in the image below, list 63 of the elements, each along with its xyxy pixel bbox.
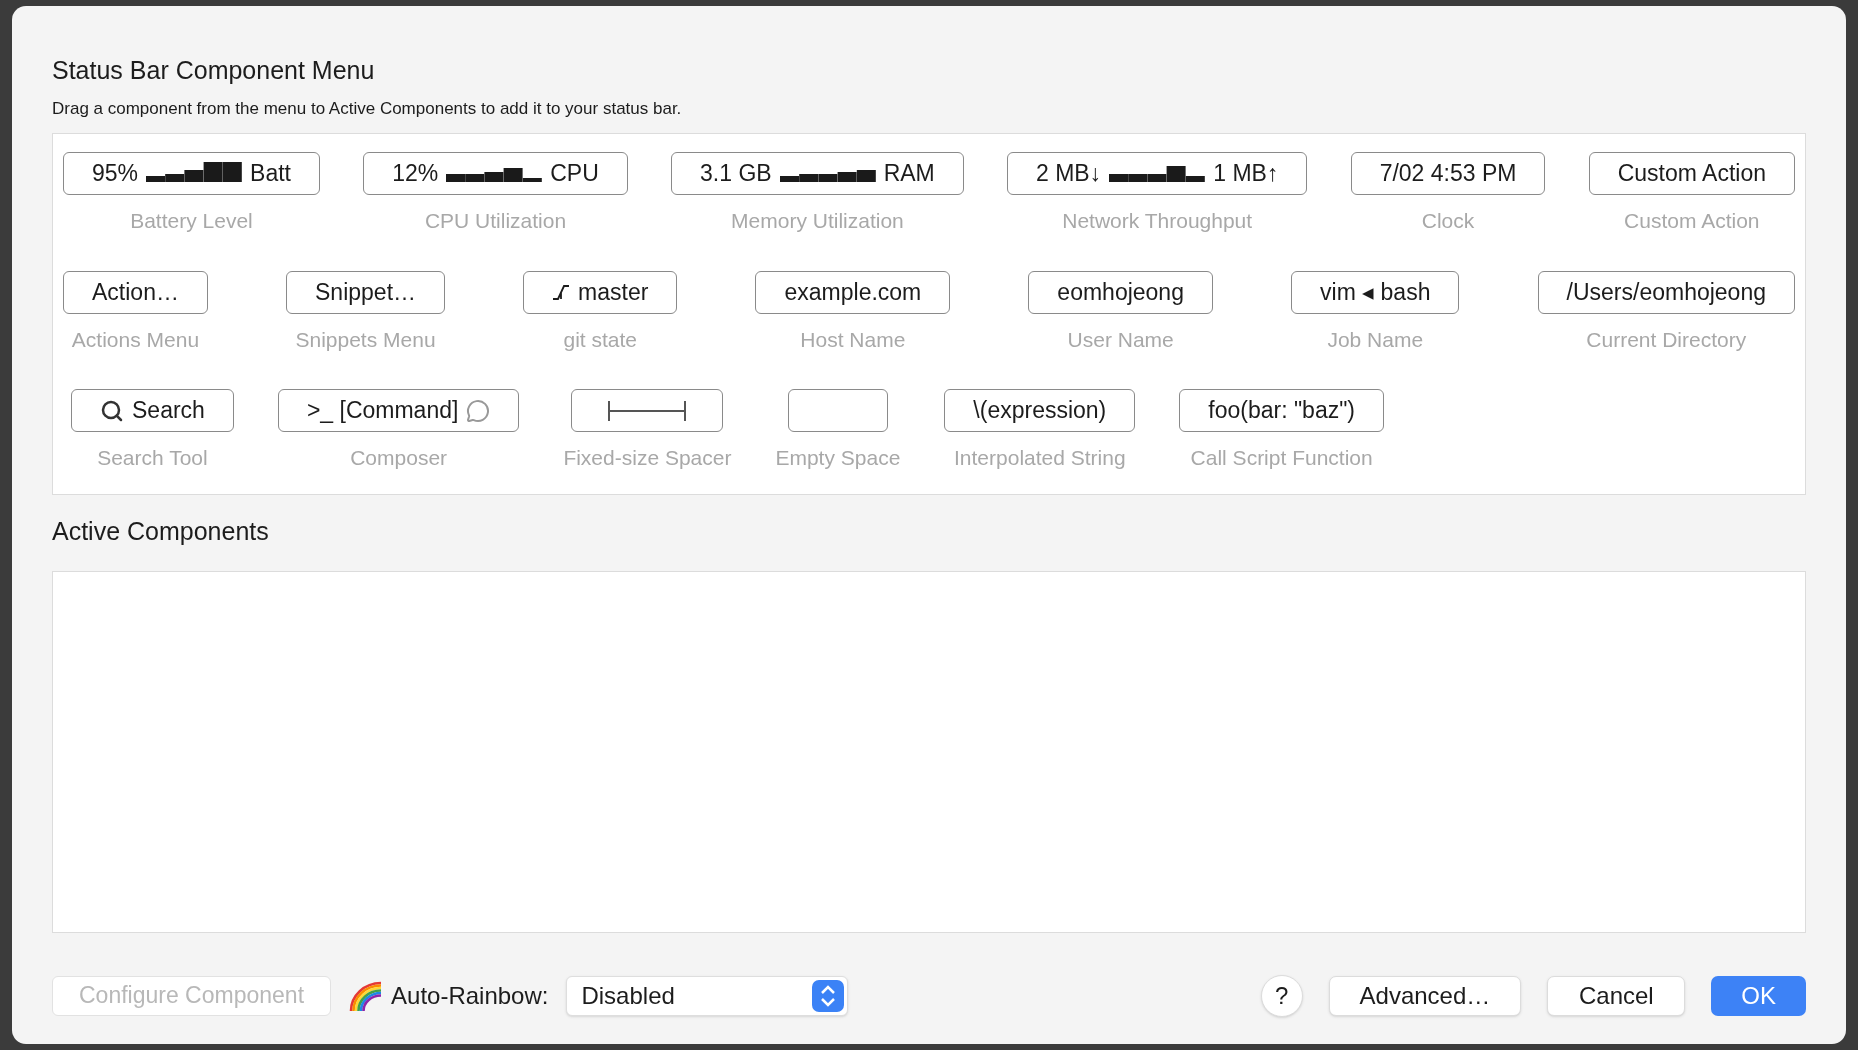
component-chip[interactable]: foo(bar: "baz") — [1179, 389, 1384, 432]
component-chip[interactable]: 95% Batt — [63, 152, 320, 195]
chip-value: 3.1 GB — [700, 159, 772, 189]
component-label: Empty Space — [775, 445, 901, 471]
chip-value: 95% — [92, 159, 139, 189]
component-label: Actions Menu — [71, 326, 200, 353]
chip-text: >_ [Command] — [306, 396, 459, 426]
component-label: Memory Utilization — [731, 208, 904, 234]
component-label: Clock — [1421, 208, 1475, 234]
component-chip[interactable]: \(expression) — [944, 389, 1136, 432]
search-icon — [100, 398, 124, 423]
component-label: Call Script Function — [1190, 445, 1373, 471]
component-label: Search Tool — [97, 445, 208, 471]
chip-unit: Batt — [250, 159, 291, 189]
component-chip[interactable]: eomhojeong — [1028, 270, 1213, 314]
dialog-title: Status Bar Component Menu — [52, 55, 376, 86]
component-chip[interactable]: >_ [Command] — [277, 389, 520, 432]
dialog-button[interactable]: OK — [1711, 975, 1806, 1016]
component-chip[interactable]: Snippet… — [286, 270, 446, 314]
component-label: Current Directory — [1586, 326, 1747, 353]
component-chip[interactable]: 3.1 GB RAM — [671, 152, 964, 195]
chip-value: 2 MB↓ — [1036, 159, 1102, 189]
component-chip[interactable]: 12% CPU — [363, 152, 628, 195]
chip-unit: CPU — [550, 159, 599, 189]
chip-text: Search — [132, 396, 205, 426]
component-chip[interactable]: example.com — [755, 270, 951, 314]
component-label: CPU Utilization — [424, 208, 567, 234]
component-label: Network Throughput — [1062, 208, 1253, 234]
dialog-subtitle: Drag a component from the menu to Active Components to add it to your status bar. — [52, 97, 683, 120]
component-chip[interactable]: Search — [71, 389, 234, 432]
rainbow-icon — [349, 980, 384, 1011]
component-chip[interactable] — [787, 389, 888, 432]
component-label: Job Name — [1327, 326, 1424, 353]
chip-value: 12% — [392, 159, 439, 189]
component-label: Fixed-size Spacer — [563, 445, 732, 471]
component-label: git state — [563, 326, 638, 353]
component-label: Interpolated String — [954, 445, 1126, 471]
component-label: Composer — [350, 445, 448, 471]
component-chip[interactable]: 7/02 4:53 PM — [1350, 152, 1546, 195]
component-chip[interactable]: Custom Action — [1588, 152, 1795, 195]
component-label: Battery Level — [130, 208, 253, 234]
component-label: Snippets Menu — [295, 326, 436, 353]
component-chip[interactable]: master — [523, 270, 678, 314]
auto-rainbow-select[interactable]: Disabled — [566, 975, 849, 1016]
help-button[interactable]: ? — [1260, 974, 1303, 1017]
dialog-button[interactable]: Cancel — [1547, 975, 1686, 1016]
chip-unit: RAM — [883, 159, 935, 189]
speech-bubble-icon — [466, 398, 491, 423]
chip-text: master — [578, 277, 649, 307]
component-chip[interactable]: 2 MB↓ 1 MB↑ — [1007, 152, 1308, 195]
component-chip[interactable] — [571, 389, 724, 432]
component-label: Host Name — [800, 326, 906, 353]
section-title: Active Components — [52, 516, 270, 547]
auto-rainbow-label: Auto-Rainbow: — [391, 980, 549, 1011]
component-label: Custom Action — [1624, 208, 1760, 234]
chip-unit: 1 MB↑ — [1213, 159, 1279, 189]
component-chip[interactable]: vim ◂ bash — [1291, 270, 1460, 314]
component-chip[interactable]: /Users/eomhojeong — [1537, 270, 1795, 314]
component-label: User Name — [1067, 326, 1174, 353]
stepper-icon — [812, 979, 845, 1012]
dialog-button[interactable]: Advanced… — [1328, 975, 1522, 1016]
component-chip[interactable]: Action… — [63, 270, 208, 314]
branch-icon — [552, 283, 571, 301]
